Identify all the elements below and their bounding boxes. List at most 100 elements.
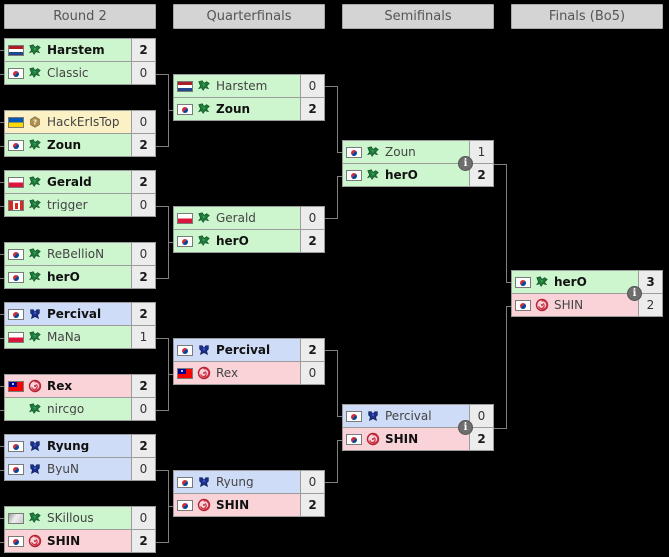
opponent-cell[interactable]: SHIN xyxy=(343,428,470,450)
player-name[interactable]: Rex xyxy=(212,367,238,379)
match-qf-m2[interactable]: Gerald 0 herO 2 xyxy=(173,206,325,253)
player-name[interactable]: Ryung xyxy=(212,476,254,488)
player-name[interactable]: HackErIsTop xyxy=(43,116,119,128)
match-r2-m6[interactable]: Rex 2 nircgo 0 xyxy=(4,374,156,421)
opponent-cell[interactable]: ByuN xyxy=(5,458,132,480)
opponent-cell[interactable]: Zoun xyxy=(5,134,132,156)
opponent-cell[interactable]: Ryung xyxy=(5,435,132,457)
opponent-cell[interactable]: ReBellioN xyxy=(5,243,132,265)
match-sf-m2[interactable]: Percival 0 SHIN 2 i xyxy=(342,404,494,451)
opponent-cell[interactable]: nircgo xyxy=(5,398,132,420)
opponent-cell[interactable]: Harstem xyxy=(5,39,132,61)
match-qf-m1[interactable]: Harstem 0 Zoun 2 xyxy=(173,74,325,121)
player-name[interactable]: herO xyxy=(212,235,249,247)
match-row[interactable]: Zoun 2 xyxy=(173,97,325,121)
opponent-cell[interactable]: SKillous xyxy=(5,507,132,529)
match-row[interactable]: SHIN 2 xyxy=(4,529,156,553)
match-row[interactable]: Harstem 0 xyxy=(173,74,325,98)
player-name[interactable]: Zoun xyxy=(43,139,81,151)
match-row[interactable]: SKillous 0 xyxy=(4,506,156,530)
opponent-cell[interactable]: SHIN xyxy=(174,494,301,516)
round-header-round-2[interactable]: Round 2 xyxy=(4,4,156,29)
match-qf-m3[interactable]: Percival 2 Rex 0 xyxy=(173,338,325,385)
match-row[interactable]: Percival 2 xyxy=(173,338,325,362)
player-name[interactable]: Rex xyxy=(43,380,72,392)
match-row[interactable]: herO 2 xyxy=(4,265,156,289)
player-name[interactable]: Zoun xyxy=(212,103,250,115)
player-name[interactable]: Percival xyxy=(381,410,432,422)
opponent-cell[interactable]: Gerald xyxy=(5,171,132,193)
opponent-cell[interactable]: Rex xyxy=(174,362,301,384)
opponent-cell[interactable]: Percival xyxy=(343,405,470,427)
opponent-cell[interactable]: Zoun xyxy=(174,98,301,120)
opponent-cell[interactable]: Harstem xyxy=(174,75,301,97)
opponent-cell[interactable]: trigger xyxy=(5,194,132,216)
player-name[interactable]: Gerald xyxy=(212,212,256,224)
player-name[interactable]: trigger xyxy=(43,199,88,211)
player-name[interactable]: Gerald xyxy=(43,176,92,188)
match-row[interactable]: SHIN 2 xyxy=(173,493,325,517)
match-r2-m8[interactable]: SKillous 0 SHIN 2 xyxy=(4,506,156,553)
opponent-cell[interactable]: SHIN xyxy=(5,530,132,552)
match-sf-m1[interactable]: Zoun 1 herO 2 i xyxy=(342,140,494,187)
info-icon[interactable]: i xyxy=(627,286,642,301)
opponent-cell[interactable]: Gerald xyxy=(174,207,301,229)
player-name[interactable]: ReBellioN xyxy=(43,248,104,260)
match-row[interactable]: MaNa 1 xyxy=(4,325,156,349)
info-icon[interactable]: i xyxy=(458,156,473,171)
match-row[interactable]: ReBellioN 0 xyxy=(4,242,156,266)
player-name[interactable]: herO xyxy=(381,169,418,181)
opponent-cell[interactable]: Ryung xyxy=(174,471,301,493)
match-row[interactable]: Rex 0 xyxy=(173,361,325,385)
opponent-cell[interactable]: Classic xyxy=(5,62,132,84)
match-r2-m1[interactable]: Harstem 2 Classic 0 xyxy=(4,38,156,85)
player-name[interactable]: Percival xyxy=(43,308,101,320)
player-name[interactable]: SHIN xyxy=(43,535,80,547)
opponent-cell[interactable]: SHIN xyxy=(512,294,639,316)
opponent-cell[interactable]: herO xyxy=(174,230,301,252)
opponent-cell[interactable]: Percival xyxy=(174,339,301,361)
player-name[interactable]: Harstem xyxy=(43,44,105,56)
player-name[interactable]: Zoun xyxy=(381,146,416,158)
round-header-finals-bo5[interactable]: Finals (Bo5) xyxy=(511,4,663,29)
match-row[interactable]: Harstem 2 xyxy=(4,38,156,62)
match-row[interactable]: Gerald 2 xyxy=(4,170,156,194)
opponent-cell[interactable]: herO xyxy=(343,164,470,186)
player-name[interactable]: herO xyxy=(43,271,80,283)
opponent-cell[interactable]: MaNa xyxy=(5,326,132,348)
opponent-cell[interactable]: Percival xyxy=(5,303,132,325)
round-header-quarterfinals[interactable]: Quarterfinals xyxy=(173,4,325,29)
match-r2-m3[interactable]: Gerald 2 trigger 0 xyxy=(4,170,156,217)
player-name[interactable]: herO xyxy=(550,276,587,288)
info-icon[interactable]: i xyxy=(458,420,473,435)
opponent-cell[interactable]: herO xyxy=(512,271,639,293)
player-name[interactable]: Percival xyxy=(212,344,270,356)
round-header-semifinals[interactable]: Semifinals xyxy=(342,4,494,29)
match-r2-m2[interactable]: ? HackErIsTop 0 Zoun 2 xyxy=(4,110,156,157)
match-row[interactable]: Rex 2 xyxy=(4,374,156,398)
player-name[interactable]: SHIN xyxy=(212,499,249,511)
match-row[interactable]: herO 2 xyxy=(173,229,325,253)
opponent-cell[interactable]: Zoun xyxy=(343,141,470,163)
match-row[interactable]: Ryung 2 xyxy=(4,434,156,458)
player-name[interactable]: Classic xyxy=(43,67,89,79)
match-row[interactable]: Ryung 0 xyxy=(173,470,325,494)
match-row[interactable]: ByuN 0 xyxy=(4,457,156,481)
player-name[interactable]: Ryung xyxy=(43,440,89,452)
match-r2-m5[interactable]: Percival 2 MaNa 1 xyxy=(4,302,156,349)
player-name[interactable]: SKillous xyxy=(43,512,94,524)
player-name[interactable]: MaNa xyxy=(43,331,81,343)
match-r2-m4[interactable]: ReBellioN 0 herO 2 xyxy=(4,242,156,289)
opponent-cell[interactable]: herO xyxy=(5,266,132,288)
match-row[interactable]: Percival 2 xyxy=(4,302,156,326)
player-name[interactable]: SHIN xyxy=(381,433,418,445)
match-row[interactable]: trigger 0 xyxy=(4,193,156,217)
player-name[interactable]: SHIN xyxy=(550,299,583,311)
match-row[interactable]: Zoun 2 xyxy=(4,133,156,157)
match-row[interactable]: nircgo 0 xyxy=(4,397,156,421)
player-name[interactable]: Harstem xyxy=(212,80,267,92)
match-qf-m4[interactable]: Ryung 0 SHIN 2 xyxy=(173,470,325,517)
player-name[interactable]: ByuN xyxy=(43,463,79,475)
player-name[interactable]: nircgo xyxy=(43,403,84,415)
match-row[interactable]: Gerald 0 xyxy=(173,206,325,230)
